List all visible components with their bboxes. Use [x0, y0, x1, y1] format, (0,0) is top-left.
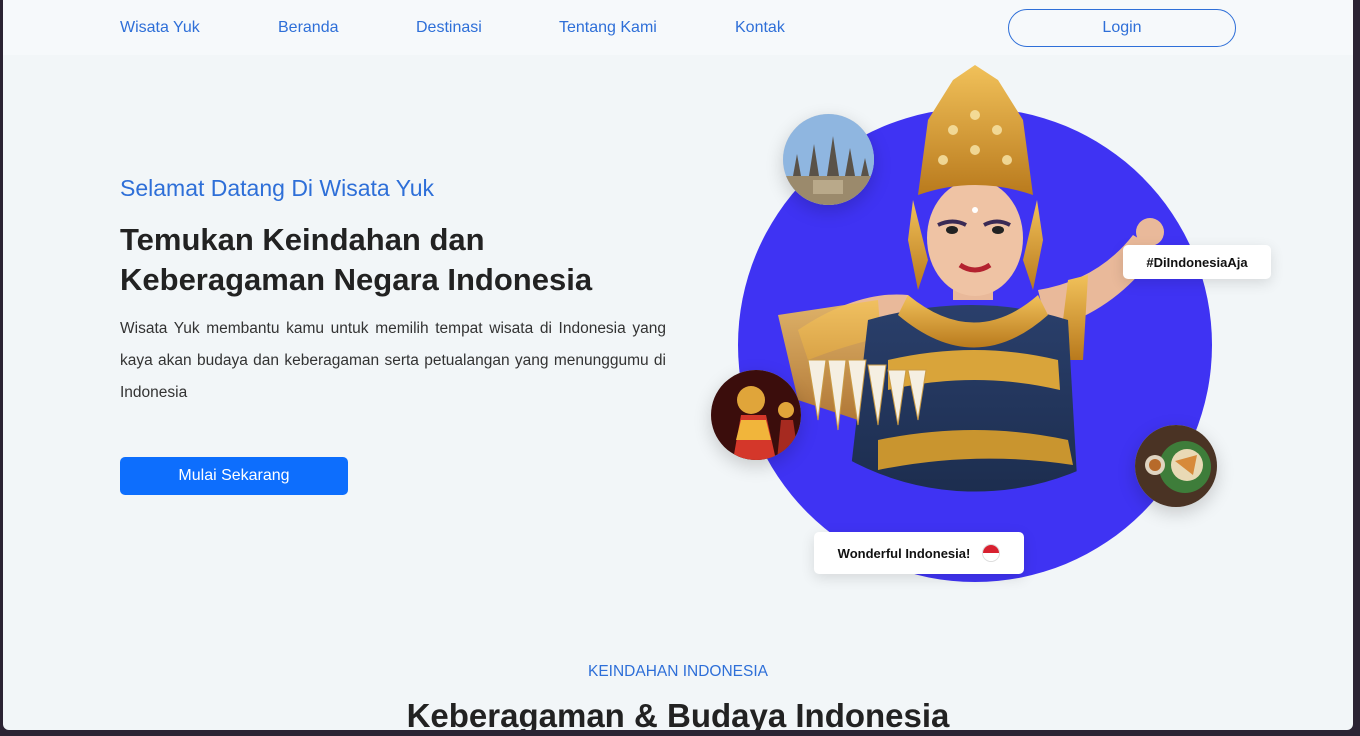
section-title: Keberagaman & Budaya Indonesia: [406, 697, 950, 730]
food-thumbnail: [1135, 425, 1217, 507]
hero-title-line-2: Keberagaman Negara Indonesia: [120, 262, 593, 297]
section-label: KEINDAHAN INDONESIA: [587, 663, 768, 680]
hashtag-badge-label: #DiIndonesiaAja: [1146, 254, 1248, 270]
nav-item-destinasi[interactable]: Destinasi: [416, 19, 482, 37]
login-button[interactable]: Login: [1008, 9, 1236, 47]
nav-brand[interactable]: Wisata Yuk: [120, 19, 200, 37]
mulai-sekarang-button[interactable]: Mulai Sekarang: [120, 457, 348, 495]
hashtag-badge: #DiIndonesiaAja: [1123, 245, 1271, 279]
indonesia-flag-icon: [982, 544, 1001, 562]
dancers-thumbnail: [711, 370, 801, 460]
hero-subtitle: Selamat Datang Di Wisata Yuk: [120, 175, 435, 201]
temple-thumbnail: [783, 114, 874, 205]
wonderful-indonesia-label: Wonderful Indonesia!: [837, 545, 971, 561]
navbar: Wisata Yuk Beranda Destinasi Tentang Kam…: [3, 0, 1353, 55]
hero-description: Wisata Yuk membantu kamu untuk memilih t…: [120, 320, 666, 401]
nav-item-kontak[interactable]: Kontak: [735, 19, 785, 37]
hero-title: Temukan Keindahan dan Keberagaman Negara…: [120, 220, 680, 300]
nav-item-tentang-kami[interactable]: Tentang Kami: [559, 19, 657, 37]
nav-item-beranda[interactable]: Beranda: [278, 19, 339, 37]
hero-title-line-1: Temukan Keindahan dan: [120, 222, 485, 257]
wonderful-indonesia-badge: Wonderful Indonesia!: [814, 532, 1024, 574]
page-viewport: Wisata Yuk Beranda Destinasi Tentang Kam…: [3, 0, 1353, 730]
